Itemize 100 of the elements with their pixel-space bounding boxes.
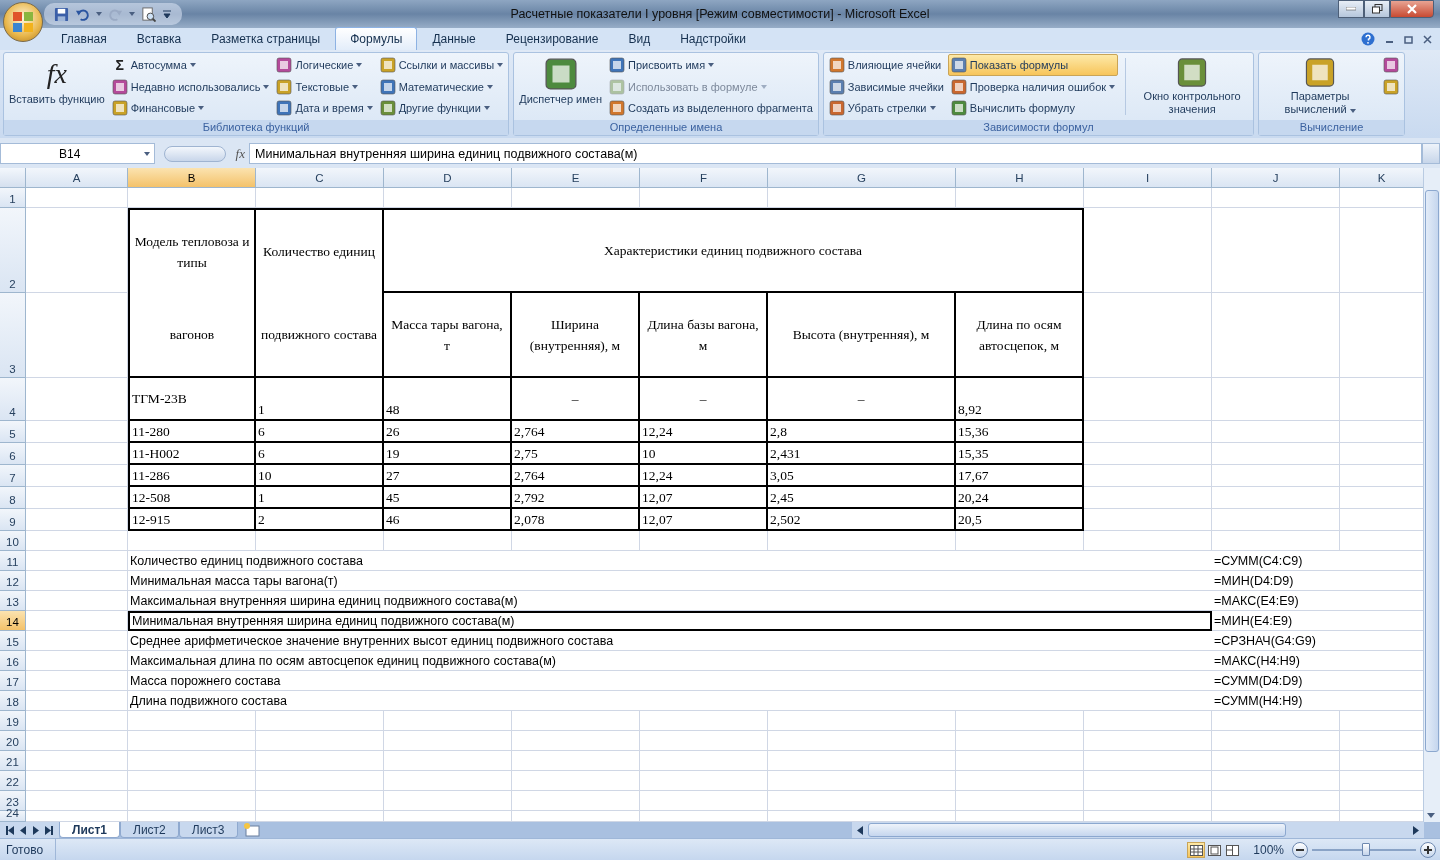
scroll-right-icon[interactable] <box>1412 825 1420 835</box>
ribbon-tab[interactable]: Разметка страницы <box>196 27 336 50</box>
label-cell[interactable]: Минимальная внутренняя ширина единиц подвижного состава(м) <box>128 611 1212 631</box>
empty-cell[interactable] <box>384 791 512 811</box>
empty-cell[interactable] <box>1212 711 1340 731</box>
scrollbar-thumb[interactable] <box>1425 190 1439 752</box>
ribbon-large-button[interactable]: Окно контрольного значения <box>1133 54 1252 119</box>
empty-cell[interactable] <box>128 751 256 771</box>
row-header[interactable]: 18 <box>0 691 26 711</box>
ribbon-tab[interactable]: Вставка <box>121 27 197 50</box>
ribbon-button[interactable]: Создать из выделенного фрагмента <box>606 97 816 119</box>
zoom-out-button[interactable] <box>1292 842 1308 858</box>
row-header[interactable]: 8 <box>0 487 26 509</box>
column-header[interactable]: F <box>640 168 768 188</box>
first-sheet-icon[interactable] <box>6 825 14 835</box>
empty-cell[interactable] <box>640 711 768 731</box>
name-box[interactable]: B14 <box>0 143 155 164</box>
ribbon-tab[interactable]: Главная <box>46 27 122 50</box>
empty-cell[interactable] <box>256 791 384 811</box>
empty-cell[interactable] <box>768 188 956 208</box>
empty-cell[interactable] <box>956 771 1084 791</box>
empty-cell[interactable] <box>956 751 1084 771</box>
row-header[interactable]: 12 <box>0 571 26 591</box>
column-header[interactable]: C <box>256 168 384 188</box>
ribbon-button[interactable]: Влияющие ячейки <box>825 54 947 76</box>
row-header[interactable]: 22 <box>0 771 26 791</box>
previous-sheet-icon[interactable] <box>19 825 27 835</box>
insert-function-button[interactable]: fx <box>235 145 245 162</box>
empty-cell[interactable] <box>512 771 640 791</box>
ribbon-tab[interactable]: Формулы <box>335 27 418 50</box>
ribbon-button[interactable]: Математические <box>376 75 507 98</box>
row-header[interactable]: 2 <box>0 208 26 293</box>
empty-cell[interactable] <box>768 531 956 551</box>
empty-cell[interactable] <box>128 731 256 751</box>
empty-cell[interactable] <box>1212 751 1340 771</box>
empty-cell[interactable] <box>640 771 768 791</box>
empty-cell[interactable] <box>956 531 1084 551</box>
sheet-tab[interactable]: Лист1 <box>59 822 121 838</box>
row-header[interactable]: 1 <box>0 188 26 208</box>
ribbon-button[interactable]: Зависимые ячейки <box>825 75 947 98</box>
row-header[interactable]: 11 <box>0 551 26 571</box>
ribbon-button[interactable]: Недавно использовались <box>108 75 273 98</box>
empty-cell[interactable] <box>768 771 956 791</box>
empty-cell[interactable] <box>384 188 512 208</box>
empty-cell[interactable] <box>1212 208 1340 293</box>
empty-cell[interactable] <box>512 188 640 208</box>
empty-cell[interactable] <box>512 711 640 731</box>
empty-cell[interactable] <box>1084 531 1212 551</box>
restore-icon[interactable] <box>1404 34 1413 44</box>
empty-cell[interactable] <box>512 531 640 551</box>
sheet-tab[interactable]: Лист3 <box>178 822 238 838</box>
column-header[interactable]: K <box>1340 168 1423 188</box>
column-header[interactable]: B <box>128 168 256 188</box>
empty-cell[interactable] <box>256 731 384 751</box>
next-sheet-icon[interactable] <box>32 825 40 835</box>
empty-cell[interactable] <box>640 188 768 208</box>
empty-cell[interactable] <box>384 751 512 771</box>
empty-cell[interactable] <box>384 771 512 791</box>
ribbon-tab[interactable]: Рецензирование <box>490 27 614 50</box>
formula-input[interactable]: Минимальная внутренняя ширина единиц подвижного состава(м) <box>249 143 1422 164</box>
empty-cell[interactable] <box>1212 487 1340 509</box>
row-header[interactable]: 6 <box>0 443 26 465</box>
save-icon[interactable] <box>54 6 69 22</box>
empty-cell[interactable] <box>512 731 640 751</box>
column-header[interactable]: D <box>384 168 512 188</box>
empty-cell[interactable] <box>128 531 256 551</box>
resize-handle[interactable] <box>163 145 226 162</box>
last-sheet-icon[interactable] <box>45 825 53 835</box>
ribbon-button[interactable]: Проверка наличия ошибок <box>947 75 1119 98</box>
select-all-button[interactable] <box>0 168 26 188</box>
close-button[interactable] <box>1390 0 1434 18</box>
empty-cell[interactable] <box>640 751 768 771</box>
empty-cell[interactable] <box>956 791 1084 811</box>
empty-cell[interactable] <box>1212 509 1340 531</box>
ribbon-button[interactable]: Присвоить имя <box>606 54 816 76</box>
empty-cell[interactable] <box>128 188 256 208</box>
ribbon-button[interactable]: Убрать стрелки <box>825 97 947 119</box>
empty-cell[interactable] <box>1212 443 1340 465</box>
ribbon-large-button[interactable]: Параметры вычислений <box>1261 54 1380 119</box>
empty-cell[interactable] <box>640 531 768 551</box>
row-header[interactable]: 4 <box>0 378 26 421</box>
column-header[interactable]: H <box>956 168 1084 188</box>
empty-cell[interactable] <box>1212 378 1340 421</box>
ribbon-button[interactable]: Финансовые <box>108 97 273 119</box>
empty-cell[interactable] <box>1084 751 1212 771</box>
close-icon[interactable] <box>1423 34 1432 44</box>
ribbon-button[interactable]: Σ Автосумма <box>108 54 273 76</box>
column-header[interactable]: I <box>1084 168 1212 188</box>
empty-cell[interactable] <box>956 711 1084 731</box>
customize-icon[interactable] <box>162 9 172 19</box>
scrollbar-thumb[interactable] <box>868 823 1286 837</box>
scroll-left-icon[interactable] <box>856 825 864 835</box>
empty-cell[interactable] <box>256 531 384 551</box>
view-button[interactable] <box>1223 842 1242 858</box>
empty-cell[interactable] <box>1212 771 1340 791</box>
empty-cell[interactable] <box>1084 188 1212 208</box>
print-preview-icon[interactable] <box>141 6 156 22</box>
empty-cell[interactable] <box>1084 771 1212 791</box>
ribbon-button[interactable]: Вычислить формулу <box>947 97 1119 119</box>
empty-cell[interactable] <box>768 711 956 731</box>
